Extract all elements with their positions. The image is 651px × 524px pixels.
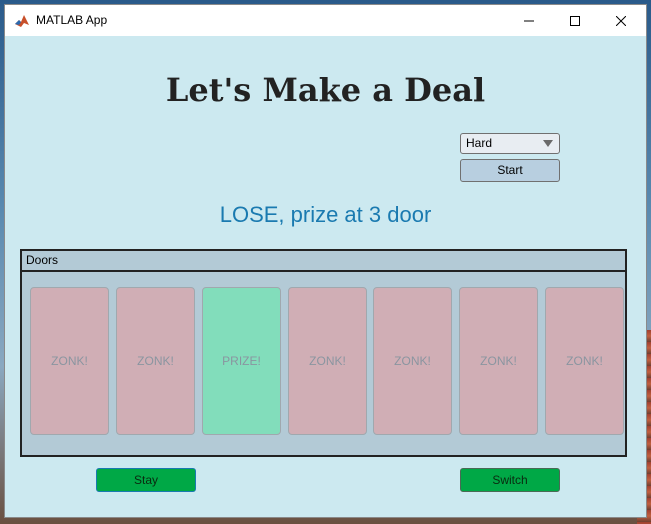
page-title: Let's Make a Deal [165, 71, 486, 109]
minimize-icon [524, 20, 534, 21]
door-7[interactable]: ZONK! [545, 287, 624, 435]
minimize-button[interactable] [506, 5, 552, 36]
close-button[interactable] [598, 5, 644, 36]
stay-button[interactable]: Stay [96, 468, 196, 492]
status-message: LOSE, prize at 3 door [219, 202, 432, 227]
difficulty-dropdown[interactable]: Hard [460, 133, 560, 154]
close-icon [616, 15, 626, 26]
start-button[interactable]: Start [460, 159, 560, 182]
app-content: Let's Make a Deal Hard Start LOSE, prize… [5, 36, 646, 517]
difficulty-value: Hard [466, 136, 493, 150]
app-window: MATLAB App Let's Make a Deal Hard Start … [4, 4, 647, 518]
door-4[interactable]: ZONK! [288, 287, 367, 435]
door-1[interactable]: ZONK! [30, 287, 109, 435]
panel-header: Doors [22, 251, 625, 272]
panel-title: Doors [26, 253, 59, 267]
door-5[interactable]: ZONK! [373, 287, 452, 435]
door-2[interactable]: ZONK! [116, 287, 195, 435]
matlab-icon [14, 13, 30, 29]
door-3[interactable]: PRIZE! [202, 287, 281, 435]
window-title: MATLAB App [36, 13, 108, 27]
maximize-icon [570, 15, 580, 26]
doors-panel: Doors ZONK! ZONK! PRIZE! ZONK! ZONK! ZON… [20, 249, 627, 457]
switch-button[interactable]: Switch [460, 468, 560, 492]
maximize-button[interactable] [552, 5, 598, 36]
title-bar: MATLAB App [5, 5, 646, 36]
chevron-down-icon [543, 140, 553, 147]
door-6[interactable]: ZONK! [459, 287, 538, 435]
